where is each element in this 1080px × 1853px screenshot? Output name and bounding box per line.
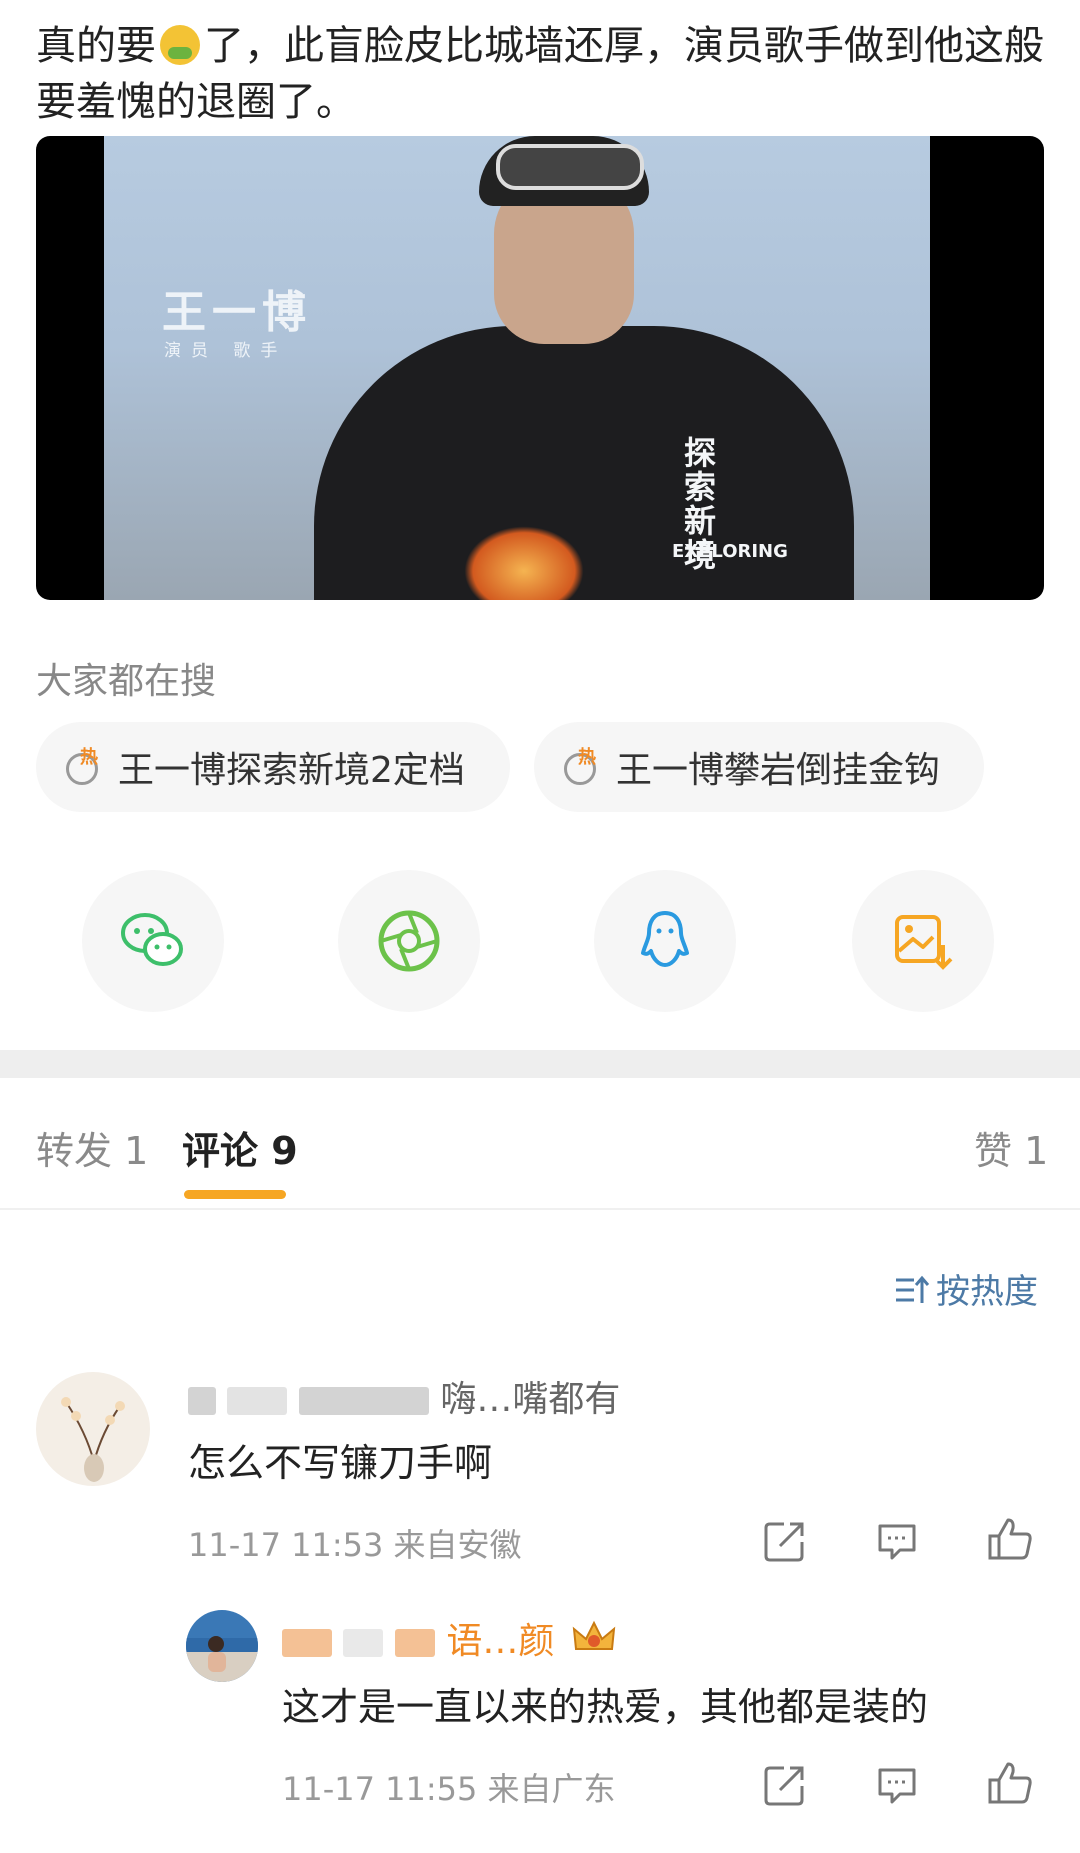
tab-active-indicator bbox=[184, 1190, 286, 1199]
hot-search-icon bbox=[64, 743, 104, 787]
comment-2-reply-button[interactable] bbox=[874, 1762, 920, 1808]
post-text: 真的要 了，此盲脸皮比城墙还厚，演员歌手做到他这般要羞愧的退圈了。 bbox=[36, 18, 1046, 130]
trending-chip-2-text: 王一博攀岩倒挂金钩 bbox=[616, 750, 941, 791]
comment-1-time: 11-17 11:53 bbox=[188, 1526, 384, 1564]
comment-2-username[interactable]: 语…颜 bbox=[282, 1612, 618, 1664]
comment-1-text: 怎么不写镰刀手啊 bbox=[188, 1441, 493, 1485]
save-image-button[interactable] bbox=[852, 870, 994, 1012]
comment-2-time: 11-17 11:55 bbox=[282, 1770, 478, 1808]
video-frame: 王一博 演员 歌手 探索新境 EXPLORING bbox=[104, 136, 930, 600]
video-show-title-en: EXPLORING bbox=[672, 541, 788, 562]
trending-chip-1[interactable]: 王一博探索新境2定档 bbox=[36, 722, 510, 812]
comment-1-username[interactable]: 嗨…嘴都有 bbox=[188, 1370, 620, 1422]
comment-1-reply-button[interactable] bbox=[874, 1518, 920, 1564]
tab-divider bbox=[0, 1208, 1080, 1210]
comment-icon bbox=[878, 1768, 916, 1804]
comment-2-meta: 11-17 11:55 来自广东 bbox=[282, 1764, 616, 1810]
wechat-icon bbox=[121, 913, 183, 966]
comment-1-meta: 11-17 11:53 来自安徽 bbox=[188, 1520, 522, 1566]
post-text-part1: 真的要 bbox=[36, 23, 156, 69]
comment-2-username-text: 语…颜 bbox=[446, 1621, 555, 1662]
comment-2-location: 来自广东 bbox=[487, 1770, 616, 1808]
comment-2-text: 这才是一直以来的热爱，其他都是装的 bbox=[282, 1685, 929, 1729]
thumbs-up-icon bbox=[988, 1762, 1032, 1804]
tab-comment[interactable]: 评论 9 bbox=[182, 1120, 298, 1175]
avatar[interactable] bbox=[36, 1372, 150, 1486]
avatar-flower-vase-image bbox=[61, 1397, 125, 1482]
moments-icon bbox=[378, 910, 440, 972]
video-name-caption: 王一博 bbox=[162, 287, 312, 338]
comment-icon bbox=[878, 1524, 916, 1560]
repost-icon bbox=[764, 1766, 804, 1806]
avatar[interactable] bbox=[186, 1610, 258, 1682]
crown-badge-icon bbox=[572, 1620, 616, 1650]
comment-1-like-button[interactable] bbox=[986, 1514, 1036, 1564]
video-goggles bbox=[496, 144, 644, 190]
sort-icon bbox=[896, 1275, 930, 1303]
share-qq-button[interactable] bbox=[594, 870, 736, 1012]
qq-icon bbox=[641, 911, 689, 967]
share-moments-button[interactable] bbox=[338, 870, 480, 1012]
avatar-beach-image bbox=[186, 1636, 258, 1682]
share-wechat-button[interactable] bbox=[82, 870, 224, 1012]
sort-label: 按热度 bbox=[936, 1272, 1038, 1312]
thumbs-up-icon bbox=[988, 1518, 1032, 1560]
comment-2-like-button[interactable] bbox=[986, 1758, 1036, 1808]
trending-chip-2[interactable]: 王一博攀岩倒挂金钩 bbox=[534, 722, 984, 812]
trending-label: 大家都在搜 bbox=[36, 661, 217, 702]
video-player[interactable]: 王一博 演员 歌手 探索新境 EXPLORING bbox=[36, 136, 1044, 600]
video-role-caption: 演员 歌手 bbox=[164, 341, 288, 361]
save-image-icon bbox=[895, 915, 953, 970]
comment-1-username-text: 嗨…嘴都有 bbox=[440, 1379, 621, 1420]
tab-repost[interactable]: 转发 1 bbox=[36, 1120, 148, 1175]
nauseated-face-emoji-icon bbox=[160, 25, 200, 65]
trending-chip-1-text: 王一博探索新境2定档 bbox=[118, 750, 465, 791]
tab-like[interactable]: 赞 1 bbox=[974, 1120, 1048, 1175]
sort-by-hot-button[interactable]: 按热度 bbox=[894, 1264, 1038, 1313]
comment-1-location: 来自安徽 bbox=[393, 1526, 522, 1564]
hot-search-icon bbox=[562, 743, 602, 787]
section-divider bbox=[0, 1050, 1080, 1078]
comment-2-repost-button[interactable] bbox=[762, 1762, 808, 1808]
repost-icon bbox=[764, 1522, 804, 1562]
comment-1-repost-button[interactable] bbox=[762, 1518, 808, 1564]
